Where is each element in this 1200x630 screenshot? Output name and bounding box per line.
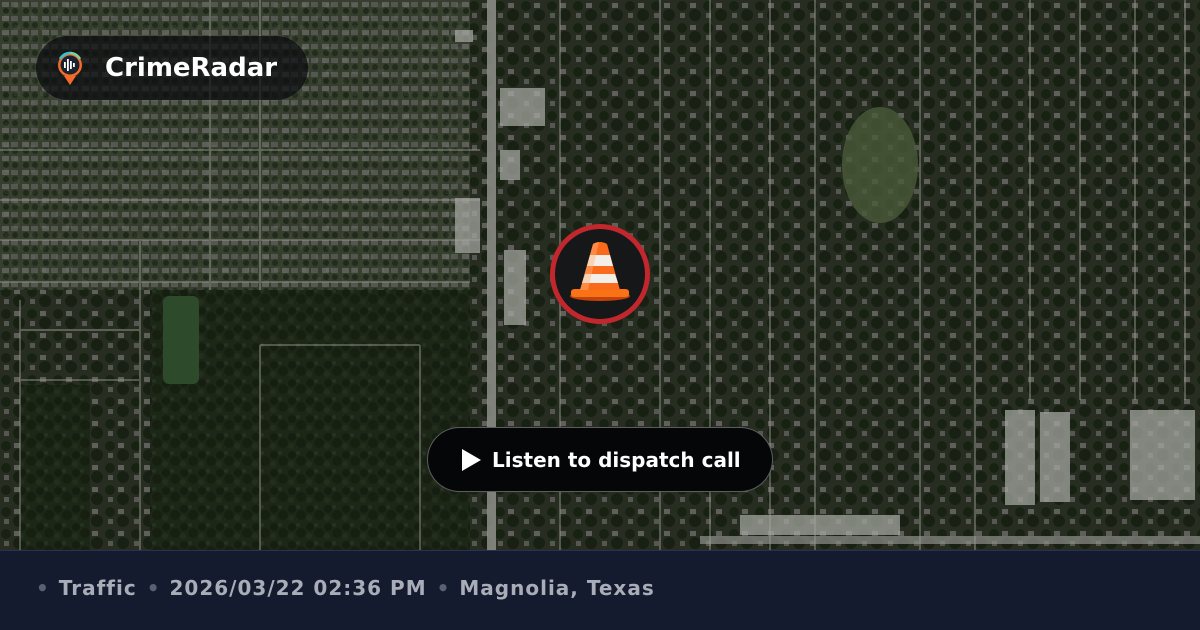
incident-share-card: CrimeRadar Listen to dispatch call • Tra… (0, 0, 1200, 630)
incident-category: Traffic (58, 576, 137, 600)
separator-dot: • (36, 576, 50, 600)
incident-datetime: 2026/03/22 02:36 PM (169, 576, 427, 600)
incident-location: Magnolia, Texas (459, 576, 655, 600)
listen-dispatch-label: Listen to dispatch call (492, 448, 741, 472)
listen-dispatch-button[interactable]: Listen to dispatch call (427, 427, 773, 492)
separator-dot: • (146, 576, 161, 600)
incident-marker[interactable] (548, 222, 652, 326)
play-icon (460, 448, 482, 472)
incident-meta: • Traffic • 2026/03/22 02:36 PM • Magnol… (36, 573, 665, 603)
brand-badge: CrimeRadar (36, 36, 308, 100)
brand-name: CrimeRadar (105, 53, 278, 83)
radar-pin-logo-icon (54, 50, 86, 86)
separator-dot: • (436, 576, 451, 600)
incident-info-bar: • Traffic • 2026/03/22 02:36 PM • Magnol… (0, 550, 1200, 630)
